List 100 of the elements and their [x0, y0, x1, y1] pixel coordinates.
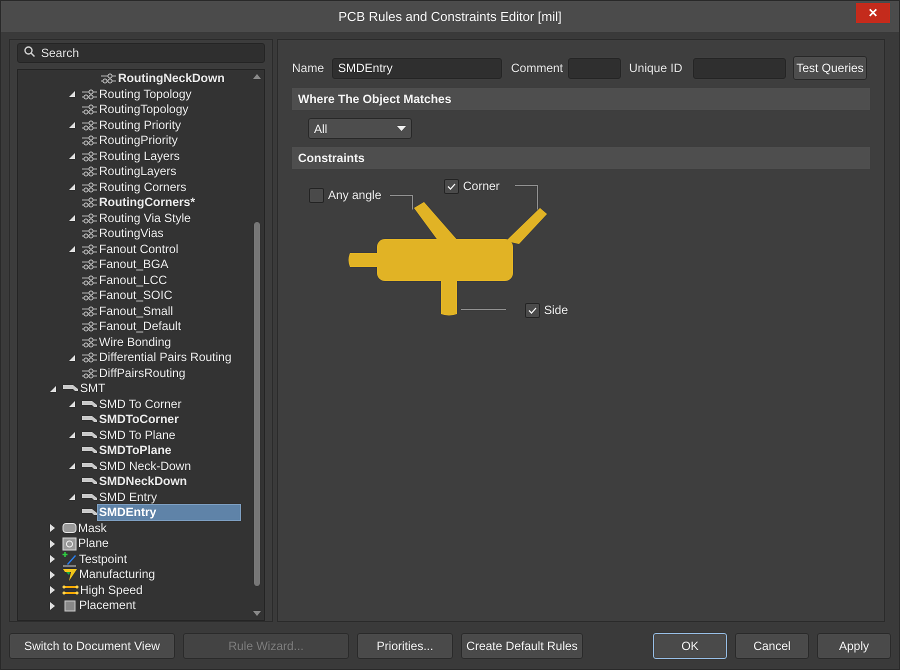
category-item[interactable]: Routing Via Style	[98, 210, 192, 226]
category-item[interactable]: SMD To Corner	[98, 396, 182, 412]
mask-icon	[62, 522, 77, 534]
category-item[interactable]: SMD Entry	[98, 490, 158, 505]
category-item[interactable]: Testpoint	[78, 552, 128, 567]
category-item[interactable]: Routing Corners	[98, 180, 188, 195]
dialog-button[interactable]: Switch to Document View	[9, 632, 175, 658]
check-icon	[447, 182, 456, 190]
rule-icon	[81, 321, 98, 332]
rule-item[interactable]: DiffPairsRouting	[98, 366, 186, 381]
test-queries-button[interactable]: Test Queries	[793, 56, 867, 80]
collapse-icon[interactable]	[68, 354, 74, 361]
probe-icon	[62, 551, 78, 568]
rule-item[interactable]: RoutingVias	[98, 226, 164, 242]
checkbox-label: Any angle	[328, 187, 382, 204]
rule-icon	[81, 166, 98, 178]
scroll-up-icon[interactable]	[253, 74, 261, 79]
checkbox[interactable]	[444, 178, 459, 194]
collapse-icon[interactable]	[50, 386, 56, 392]
rule-icon	[81, 244, 98, 255]
unique-id-field[interactable]	[693, 58, 786, 78]
rule-item[interactable]: Fanout_Default	[98, 319, 182, 334]
manufacturing-icon	[62, 567, 78, 582]
category-item[interactable]: SMD To Plane	[98, 428, 176, 443]
rule-item[interactable]: Fanout_Small	[98, 304, 174, 319]
collapse-icon[interactable]	[68, 122, 74, 128]
category-item[interactable]: Manufacturing	[78, 567, 156, 582]
dropdown-arrow-icon	[397, 126, 406, 131]
dialog-button[interactable]: Apply	[817, 632, 891, 658]
scroll-down-icon[interactable]	[253, 611, 261, 616]
rule-icon	[81, 135, 98, 146]
window-title: PCB Rules and Constraints Editor [mil]	[338, 8, 562, 26]
dialog-button[interactable]: Create Default Rules	[461, 632, 583, 658]
plane-icon	[62, 536, 77, 551]
collapse-icon[interactable]	[68, 91, 74, 98]
close-button[interactable]: ✕	[856, 3, 890, 23]
category-item[interactable]: Differential Pairs Routing	[98, 350, 233, 366]
leader-line	[390, 195, 413, 210]
collapse-icon[interactable]	[68, 463, 74, 470]
dialog-button[interactable]: Priorities...	[357, 632, 453, 658]
category-item[interactable]: Placement	[78, 598, 137, 614]
rule-icon	[81, 259, 98, 270]
collapse-icon[interactable]	[68, 246, 74, 252]
category-item[interactable]: High Speed	[79, 582, 144, 598]
rule-icon	[81, 182, 98, 193]
dialog-button[interactable]: OK	[653, 632, 727, 658]
rule-item[interactable]: Fanout_SOIC	[98, 288, 174, 304]
rule-item[interactable]: RoutingCorners*	[98, 195, 196, 210]
leader-line	[514, 185, 538, 210]
category-item[interactable]: Routing Layers	[98, 148, 181, 164]
rule-icon	[81, 120, 98, 131]
rule-icon	[81, 368, 98, 379]
dialog-button[interactable]: Cancel	[735, 632, 809, 658]
rule-icon	[81, 274, 98, 286]
search-icon	[24, 46, 35, 57]
category-item[interactable]: SMT	[79, 381, 106, 396]
rule-item[interactable]: SMDNeckDown	[98, 474, 188, 490]
collapse-icon[interactable]	[68, 432, 74, 438]
rule-icon	[81, 88, 98, 100]
collapse-icon[interactable]	[68, 401, 74, 408]
rule-item[interactable]: RoutingLayers	[98, 164, 178, 180]
rule-item[interactable]: RoutingPriority	[98, 133, 179, 148]
rule-item[interactable]: SMDEntry	[98, 505, 240, 520]
rule-icon	[81, 306, 98, 317]
category-item[interactable]: Mask	[77, 520, 108, 536]
checkbox[interactable]	[309, 188, 324, 202]
rule-icon	[81, 352, 98, 364]
name-field[interactable]: SMDEntry	[332, 58, 502, 78]
rule-icon	[81, 212, 98, 224]
search-field[interactable]: Search	[17, 43, 265, 63]
rule-item[interactable]: SMDToPlane	[98, 443, 172, 458]
rule-item[interactable]: Fanout_LCC	[98, 272, 168, 288]
category-item[interactable]: Wire Bonding	[98, 334, 172, 350]
category-item[interactable]: Fanout Control	[98, 242, 180, 257]
scope-dropdown[interactable]: All	[308, 118, 412, 139]
checkbox-label: Side	[544, 302, 568, 319]
rule-item[interactable]: RoutingNeckDown	[117, 71, 226, 86]
field-label: Unique ID	[629, 60, 684, 77]
field-label: Comment	[511, 60, 564, 77]
rule-icon	[81, 150, 98, 162]
collapse-icon[interactable]	[68, 153, 74, 160]
comment-field[interactable]	[568, 58, 621, 78]
pad-icon	[81, 460, 98, 472]
rule-item[interactable]: RoutingTopology	[98, 102, 190, 118]
category-item[interactable]: Routing Priority	[98, 118, 182, 133]
rule-item[interactable]: Fanout_BGA	[98, 257, 170, 272]
collapse-icon[interactable]	[68, 215, 74, 222]
pad-icon	[81, 492, 98, 503]
checkbox[interactable]	[525, 302, 540, 318]
rule-item[interactable]: SMDToCorner	[98, 412, 180, 428]
scrollbar-thumb[interactable]	[254, 222, 260, 586]
rule-icon	[81, 197, 98, 208]
rule-icon	[81, 104, 98, 116]
leader-line	[460, 309, 506, 310]
collapse-icon[interactable]	[68, 184, 74, 190]
category-item[interactable]: Routing Topology	[98, 86, 193, 102]
pad-icon	[81, 430, 98, 441]
collapse-icon[interactable]	[68, 494, 74, 500]
category-item[interactable]: SMD Neck-Down	[98, 458, 192, 474]
category-item[interactable]: Plane	[77, 536, 110, 552]
